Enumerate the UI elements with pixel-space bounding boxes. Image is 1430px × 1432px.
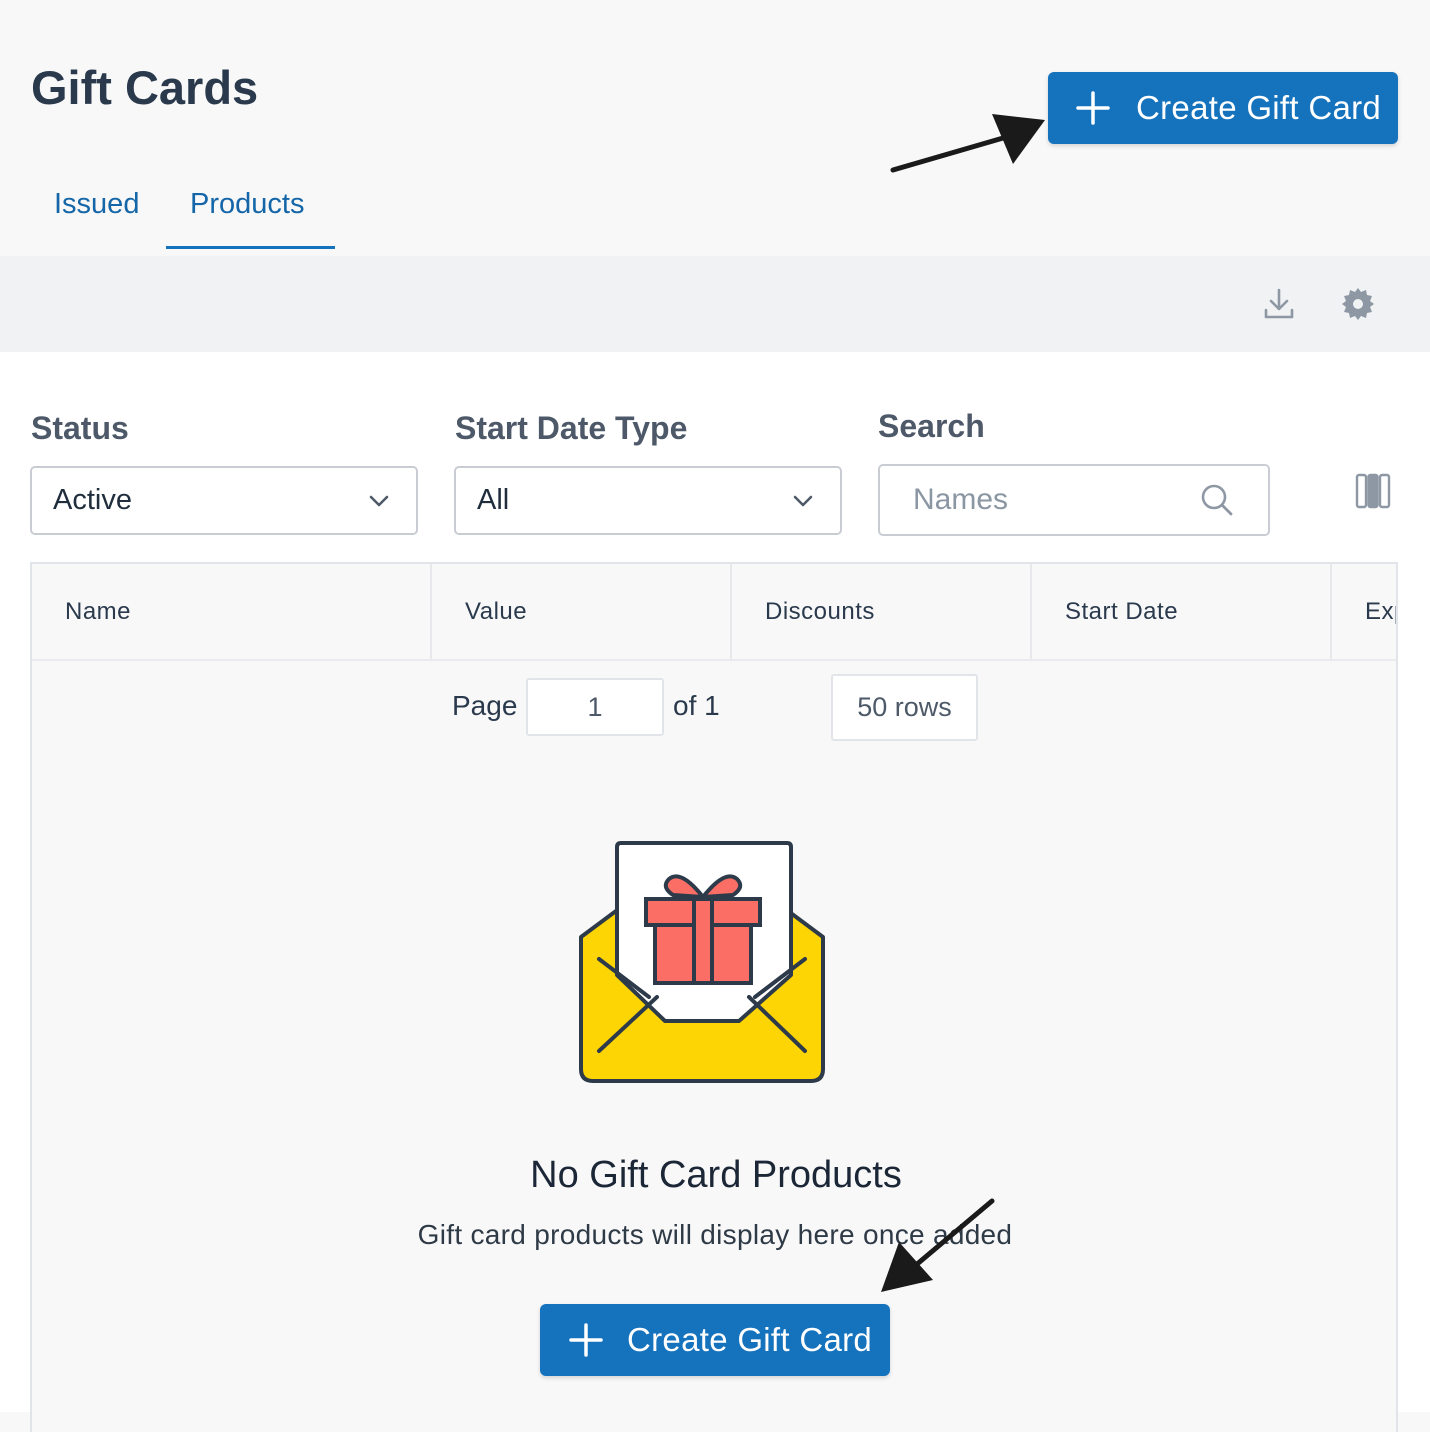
page-title: Gift Cards bbox=[31, 61, 259, 114]
empty-state-title: No Gift Card Products bbox=[530, 1154, 902, 1196]
start-date-type-select-value: All bbox=[477, 484, 510, 516]
columns-icon[interactable] bbox=[1354, 472, 1392, 510]
chevron-down-icon bbox=[793, 495, 813, 506]
status-select[interactable]: Active bbox=[30, 466, 418, 535]
page-label: Page bbox=[452, 690, 518, 721]
column-header-expiration[interactable]: Exp bbox=[1332, 564, 1396, 659]
create-gift-card-label: Create Gift Card bbox=[1136, 89, 1382, 126]
envelope-gift-icon bbox=[579, 841, 825, 1083]
status-select-value: Active bbox=[53, 484, 132, 516]
tab-bar: Issued Products bbox=[0, 170, 1430, 256]
create-gift-card-button[interactable]: Create Gift Card bbox=[1048, 72, 1398, 144]
start-date-type-select[interactable]: All bbox=[454, 466, 842, 535]
content-area: Status Active Start Date Type All Search… bbox=[0, 352, 1430, 1432]
pagination: Page of 1 50 rows bbox=[32, 674, 1396, 744]
plus-icon bbox=[1076, 91, 1110, 125]
table-toolbar bbox=[0, 256, 1430, 352]
search-input[interactable] bbox=[911, 482, 1185, 518]
column-header-start-date[interactable]: Start Date bbox=[1032, 564, 1332, 659]
active-tab-indicator bbox=[166, 246, 335, 249]
search-field bbox=[878, 464, 1270, 536]
search-filter-label: Search bbox=[878, 408, 985, 444]
column-header-discounts[interactable]: Discounts bbox=[732, 564, 1032, 659]
tab-products[interactable]: Products bbox=[190, 188, 304, 221]
empty-state-create-gift-card-button[interactable]: Create Gift Card bbox=[540, 1304, 890, 1376]
chevron-down-icon bbox=[369, 495, 389, 506]
empty-state-create-gift-card-label: Create Gift Card bbox=[627, 1321, 873, 1358]
page-number-input[interactable] bbox=[526, 678, 664, 736]
gift-card-products-table: Name Value Discounts Start Date Exp Page… bbox=[30, 562, 1398, 1432]
column-header-name[interactable]: Name bbox=[32, 564, 432, 659]
annotation-arrow-icon bbox=[890, 114, 1045, 173]
gear-icon[interactable] bbox=[1340, 286, 1376, 322]
plus-icon bbox=[569, 1323, 603, 1357]
search-icon[interactable] bbox=[1200, 483, 1234, 517]
column-header-value[interactable]: Value bbox=[432, 564, 732, 659]
tab-issued[interactable]: Issued bbox=[54, 188, 139, 221]
status-filter-label: Status bbox=[31, 410, 129, 446]
page-count-label: of 1 bbox=[673, 690, 720, 721]
empty-state-subtitle: Gift card products will display here onc… bbox=[417, 1219, 1013, 1250]
start-date-type-filter-label: Start Date Type bbox=[455, 410, 688, 446]
table-header: Name Value Discounts Start Date Exp bbox=[32, 564, 1396, 661]
rows-per-page-select[interactable]: 50 rows bbox=[831, 674, 978, 741]
download-icon[interactable] bbox=[1261, 286, 1297, 322]
